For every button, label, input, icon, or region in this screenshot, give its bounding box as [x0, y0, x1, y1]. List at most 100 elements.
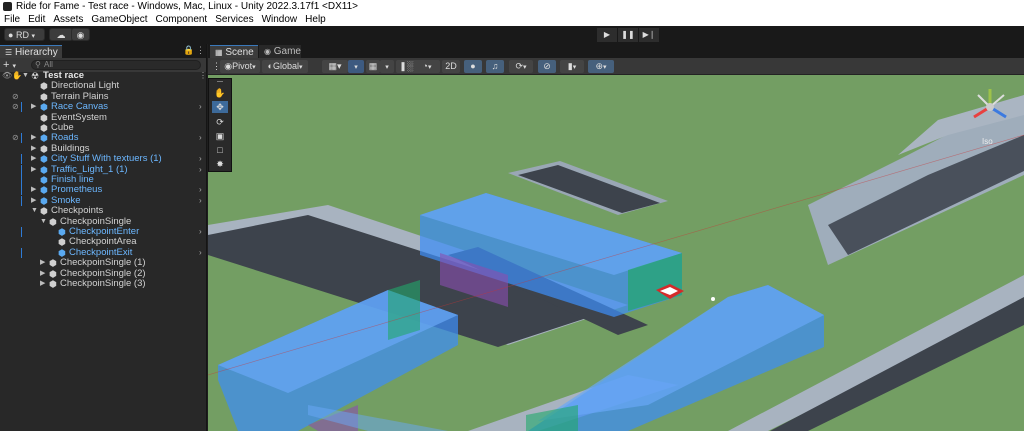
- camera-dropdown[interactable]: ▮▾: [560, 60, 584, 73]
- expand-arrow-icon[interactable]: ▶: [31, 165, 36, 175]
- gameobject-cube-icon: ⬢: [49, 279, 57, 289]
- open-prefab-chevron-icon[interactable]: ›: [199, 185, 202, 195]
- step-button[interactable]: ▶❘: [639, 28, 659, 42]
- grid-snap-button[interactable]: ▦▾: [322, 60, 348, 73]
- open-prefab-chevron-icon[interactable]: ›: [199, 133, 202, 143]
- lighting-toggle[interactable]: ●: [464, 60, 482, 73]
- orientation-gizmo[interactable]: Iso: [964, 81, 1016, 151]
- scene-menu-icon[interactable]: ⋮: [199, 71, 207, 81]
- move-tool-icon[interactable]: ✥: [212, 101, 228, 113]
- pivot-label: Pivot: [232, 61, 253, 71]
- snap-dropdown[interactable]: ▾: [380, 60, 394, 73]
- expand-arrow-icon[interactable]: ▶: [40, 269, 45, 279]
- expand-arrow-icon[interactable]: ▶: [31, 154, 36, 164]
- rotate-tool-icon[interactable]: ⟳: [212, 116, 228, 128]
- snap-icon: ▦: [368, 61, 378, 71]
- open-prefab-chevron-icon[interactable]: ›: [199, 248, 202, 258]
- expand-arrow-icon[interactable]: ▶: [31, 144, 36, 154]
- hidden-toggle-icon[interactable]: ⊘: [12, 133, 19, 143]
- hidden-toggle-icon[interactable]: ⊘: [12, 102, 19, 112]
- hierarchy-row[interactable]: ▶ ⬢ Traffic_Light_1 (1) ›: [0, 164, 207, 175]
- collab-button[interactable]: ◉: [71, 28, 90, 41]
- play-button[interactable]: ▶: [597, 28, 617, 42]
- prefab-override-marker: [21, 185, 22, 196]
- menu-window[interactable]: Window: [258, 13, 302, 26]
- grid-snap-icon: ▦▾: [328, 61, 342, 71]
- snap-increment-button[interactable]: ▦: [366, 60, 380, 73]
- prefab-override-marker: [21, 133, 22, 144]
- hierarchy-row[interactable]: ⊘ ▶ ⬢ Roads ›: [0, 132, 207, 144]
- expand-arrow-icon[interactable]: ▶: [40, 258, 45, 268]
- cloud-button[interactable]: ☁: [49, 28, 73, 41]
- menu-gameobject[interactable]: GameObject: [87, 13, 151, 26]
- open-prefab-chevron-icon[interactable]: ›: [199, 196, 202, 206]
- hierarchy-row[interactable]: ⬢ EventSystem: [0, 112, 207, 123]
- scene-viewport[interactable]: — ✋ ✥ ⟳ ▣ □ ✸ Iso: [208, 75, 1024, 431]
- account-icon: ●: [8, 30, 14, 40]
- chevron-down-icon: ▾: [427, 64, 432, 71]
- tab-game[interactable]: ◉ Game: [259, 45, 301, 58]
- tab-hierarchy[interactable]: ☰ Hierarchy: [0, 45, 62, 58]
- menu-services[interactable]: Services: [211, 13, 257, 26]
- expand-arrow-icon[interactable]: ▶: [40, 279, 45, 289]
- menu-file[interactable]: File: [0, 13, 24, 26]
- expand-arrow-icon[interactable]: ▶: [31, 102, 36, 112]
- hidden-objects-toggle[interactable]: ⊘: [538, 60, 556, 73]
- visibility-icon[interactable]: 👁: [2, 71, 12, 81]
- hierarchy-row[interactable]: ▶ ⬢ Prometheus ›: [0, 184, 207, 196]
- open-prefab-chevron-icon[interactable]: ›: [199, 227, 202, 237]
- hidden-toggle-icon[interactable]: ⊘: [12, 92, 19, 102]
- pause-button[interactable]: ❚❚: [618, 28, 638, 42]
- menu-assets[interactable]: Assets: [49, 13, 87, 26]
- prefab-cube-icon: ⬢: [58, 227, 66, 237]
- expand-arrow-icon[interactable]: ▶: [31, 185, 36, 195]
- menu-edit[interactable]: Edit: [24, 13, 49, 26]
- gizmos-dropdown[interactable]: ⊕▾: [588, 60, 614, 73]
- window-title: Ride for Fame - Test race - Windows, Mac…: [16, 1, 359, 12]
- pivot-dropdown[interactable]: ◉Pivot▾: [220, 60, 260, 73]
- lock-icon[interactable]: 🔒: [183, 45, 194, 56]
- mode-2d-button[interactable]: 2D: [442, 60, 460, 73]
- hierarchy-search-input[interactable]: ⚲ All: [31, 60, 201, 70]
- hierarchy-row[interactable]: ⬢ Finish line: [0, 174, 207, 185]
- game-controller-icon: ◉: [264, 47, 271, 56]
- open-prefab-chevron-icon[interactable]: ›: [199, 154, 202, 164]
- tab-scene[interactable]: ▦ Scene: [210, 45, 258, 58]
- light-bulb-icon: ●: [470, 61, 476, 71]
- menu-help[interactable]: Help: [301, 13, 330, 26]
- scene-canvas[interactable]: [208, 75, 1024, 431]
- gameobject-cube-icon: ⬢: [49, 216, 57, 227]
- audio-toggle[interactable]: ♫: [486, 60, 504, 73]
- prefab-override-marker: [21, 195, 22, 206]
- prefab-override-marker: [21, 247, 22, 258]
- expand-arrow-icon[interactable]: ▼: [22, 71, 29, 81]
- expand-arrow-icon[interactable]: ▶: [31, 196, 36, 206]
- draw-mode-dropdown[interactable]: ◔▾: [414, 60, 440, 73]
- prefab-override-marker: [21, 102, 22, 113]
- hierarchy-row[interactable]: ▶ ⬢ CheckpoinSingle (3): [0, 278, 207, 289]
- collapse-arrow-icon[interactable]: ▼: [31, 206, 38, 216]
- scale-tool-icon[interactable]: ▣: [212, 130, 228, 142]
- hand-tool-icon[interactable]: ✋: [212, 87, 228, 99]
- more-options-icon[interactable]: ⋮: [196, 45, 205, 56]
- gameobject-cube-icon: ⬢: [58, 237, 66, 248]
- global-dropdown[interactable]: ◐Global▾: [262, 60, 308, 73]
- prefab-override-marker: [21, 175, 22, 185]
- effects-dropdown[interactable]: ⟳▾: [509, 60, 533, 73]
- expand-arrow-icon[interactable]: ▶: [31, 133, 36, 143]
- collapse-arrow-icon[interactable]: ▼: [40, 217, 47, 227]
- prefab-cube-icon: ⬢: [40, 102, 48, 113]
- play-controls: ▶ ❚❚ ▶❘: [597, 28, 660, 42]
- open-prefab-chevron-icon[interactable]: ›: [199, 165, 202, 175]
- hierarchy-row[interactable]: ▶ ⬢ Smoke ›: [0, 195, 207, 206]
- account-dropdown[interactable]: ● RD ▾: [4, 28, 45, 41]
- menu-component[interactable]: Component: [152, 13, 212, 26]
- pickable-icon[interactable]: ✋: [12, 71, 22, 81]
- open-prefab-chevron-icon[interactable]: ›: [199, 102, 202, 112]
- projection-label[interactable]: Iso: [982, 137, 993, 146]
- play-icon: ▶: [603, 30, 611, 39]
- hierarchy-row[interactable]: ⬢ Cube: [0, 122, 207, 133]
- rect-tool-icon[interactable]: □: [212, 144, 228, 156]
- grid-snap-dropdown[interactable]: ▾: [348, 60, 364, 73]
- transform-tool-icon[interactable]: ✸: [212, 158, 228, 170]
